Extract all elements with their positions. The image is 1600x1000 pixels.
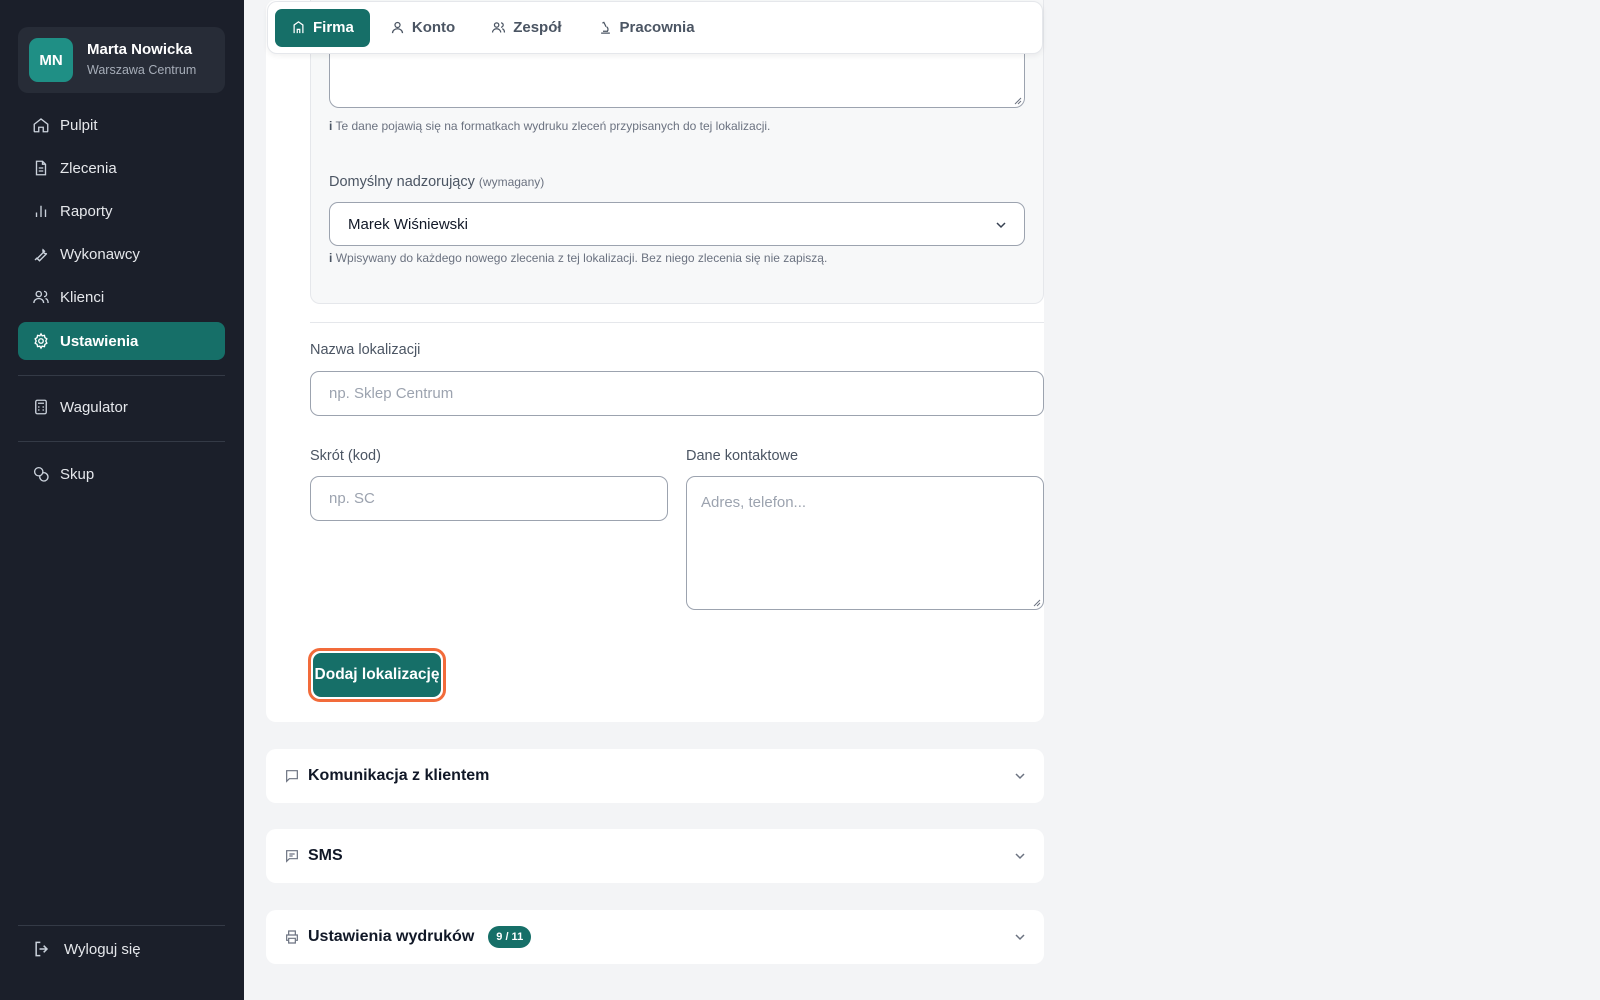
accordion-sms[interactable]: SMS [266, 829, 1044, 883]
accordion-title: Komunikacja z klientem [308, 767, 490, 784]
tab-label: Konto [411, 19, 456, 36]
contact-label: Dane kontaktowe [686, 448, 799, 464]
hint-text: Wpisywany do każdego nowego zlecenia z t… [335, 251, 828, 265]
sidebar: MN Marta Nowicka Warszawa Centrum Pulpit… [0, 0, 244, 1000]
accordion-client-communication[interactable]: Komunikacja z klientem [266, 749, 1044, 803]
location-name-label: Nazwa lokalizacji [310, 342, 421, 358]
logout-label: Wyloguj się [64, 940, 141, 958]
avatar: MN [29, 38, 73, 82]
sidebar-item-skup[interactable]: Skup [18, 455, 225, 493]
users-icon [33, 290, 49, 304]
sidebar-item-label: Wykonawcy [60, 245, 140, 263]
sidebar-item-label: Ustawienia [60, 332, 139, 350]
gear-icon [34, 332, 48, 350]
calculator-icon [35, 399, 47, 415]
chevron-down-icon [1015, 853, 1025, 860]
main-content: Firma Konto Zespół Pracownia i Te dane p… [244, 0, 1600, 1000]
building-icon [293, 21, 304, 34]
sidebar-divider [18, 441, 225, 442]
tab-zespol[interactable]: Zespół [475, 9, 577, 47]
label-text: Domyślny nadzorujący [329, 174, 475, 190]
logout-button[interactable]: Wyloguj się [18, 925, 225, 973]
sidebar-item-zlecenia[interactable]: Zlecenia [18, 149, 225, 187]
user-icon [391, 21, 403, 34]
section-divider [310, 322, 1044, 323]
info-icon: i [329, 119, 333, 133]
chevron-down-icon [1015, 934, 1025, 941]
contact-textarea[interactable]: Adres, telefon... [686, 476, 1044, 610]
wrench-icon [34, 248, 48, 262]
settings-tabs: Firma Konto Zespół Pracownia [267, 1, 1043, 54]
sidebar-item-label: Pulpit [60, 116, 98, 134]
sidebar-item-label: Raporty [60, 202, 113, 220]
document-icon [35, 160, 47, 176]
chevron-down-icon [996, 222, 1006, 229]
sidebar-item-wagulator[interactable]: Wagulator [18, 388, 225, 426]
logout-icon [35, 941, 49, 957]
location-card: i Te dane pojawią się na formatkach wydr… [266, 0, 1044, 722]
select-value: Marek Wiśniewski [348, 215, 469, 233]
resize-handle-icon[interactable] [1031, 597, 1041, 607]
tab-label: Zespół [513, 19, 562, 36]
accordion-title: SMS [308, 847, 343, 864]
accordion-title: Ustawienia wydruków [308, 928, 475, 945]
count-badge: 9 / 11 [488, 926, 532, 948]
info-icon: i [329, 251, 333, 265]
tab-firma[interactable]: Firma [275, 8, 370, 47]
tab-label: Pracownia [619, 19, 695, 36]
printer-icon [286, 930, 298, 944]
sidebar-item-wykonawcy[interactable]: Wykonawcy [18, 235, 225, 273]
bar-chart-icon [35, 205, 47, 217]
sidebar-item-raporty[interactable]: Raporty [18, 192, 225, 230]
sidebar-item-ustawienia[interactable]: Ustawienia [18, 322, 225, 360]
supervisor-select[interactable]: Marek Wiśniewski [329, 202, 1025, 246]
accordion-print-settings[interactable]: Ustawienia wydruków 9 / 11 [266, 910, 1044, 964]
sidebar-item-label: Skup [60, 465, 95, 483]
placeholder-text: Adres, telefon... [701, 494, 807, 511]
required-note: (wymagany) [478, 175, 545, 189]
user-location: Warszawa Centrum [87, 63, 197, 77]
tab-label: Firma [313, 19, 354, 36]
sidebar-divider [18, 375, 225, 376]
tab-konto[interactable]: Konto [374, 9, 471, 47]
sidebar-item-label: Wagulator [60, 398, 128, 416]
add-location-button[interactable]: Dodaj lokalizację [308, 648, 446, 702]
sidebar-item-pulpit[interactable]: Pulpit [18, 106, 225, 144]
home-icon [33, 118, 49, 133]
print-data-hint: i Te dane pojawią się na formatkach wydr… [329, 119, 770, 133]
sidebar-item-label: Zlecenia [60, 159, 117, 177]
user-card[interactable]: MN Marta Nowicka Warszawa Centrum [18, 27, 225, 93]
chat-icon [286, 770, 298, 783]
users-icon [492, 22, 506, 33]
sidebar-item-label: Klienci [60, 288, 105, 306]
code-label: Skrót (kod) [310, 448, 381, 464]
resize-handle-icon[interactable] [1012, 95, 1022, 105]
sidebar-item-klienci[interactable]: Klienci [18, 278, 225, 316]
code-input[interactable]: np. SC [310, 476, 668, 521]
microscope-icon [600, 21, 610, 34]
message-icon [286, 850, 298, 863]
user-name: Marta Nowicka [87, 41, 193, 58]
hint-text: Te dane pojawią się na formatkach wydruk… [335, 119, 771, 133]
supervisor-label: Domyślny nadzorujący (wymagany) [329, 174, 544, 190]
coins-icon [33, 466, 49, 482]
supervisor-hint: i Wpisywany do każdego nowego zlecenia z… [329, 251, 827, 265]
tab-pracownia[interactable]: Pracownia [582, 9, 711, 47]
location-name-input[interactable]: np. Sklep Centrum [310, 371, 1044, 416]
button-label: Dodaj lokalizację [313, 653, 441, 697]
chevron-down-icon [1015, 773, 1025, 780]
